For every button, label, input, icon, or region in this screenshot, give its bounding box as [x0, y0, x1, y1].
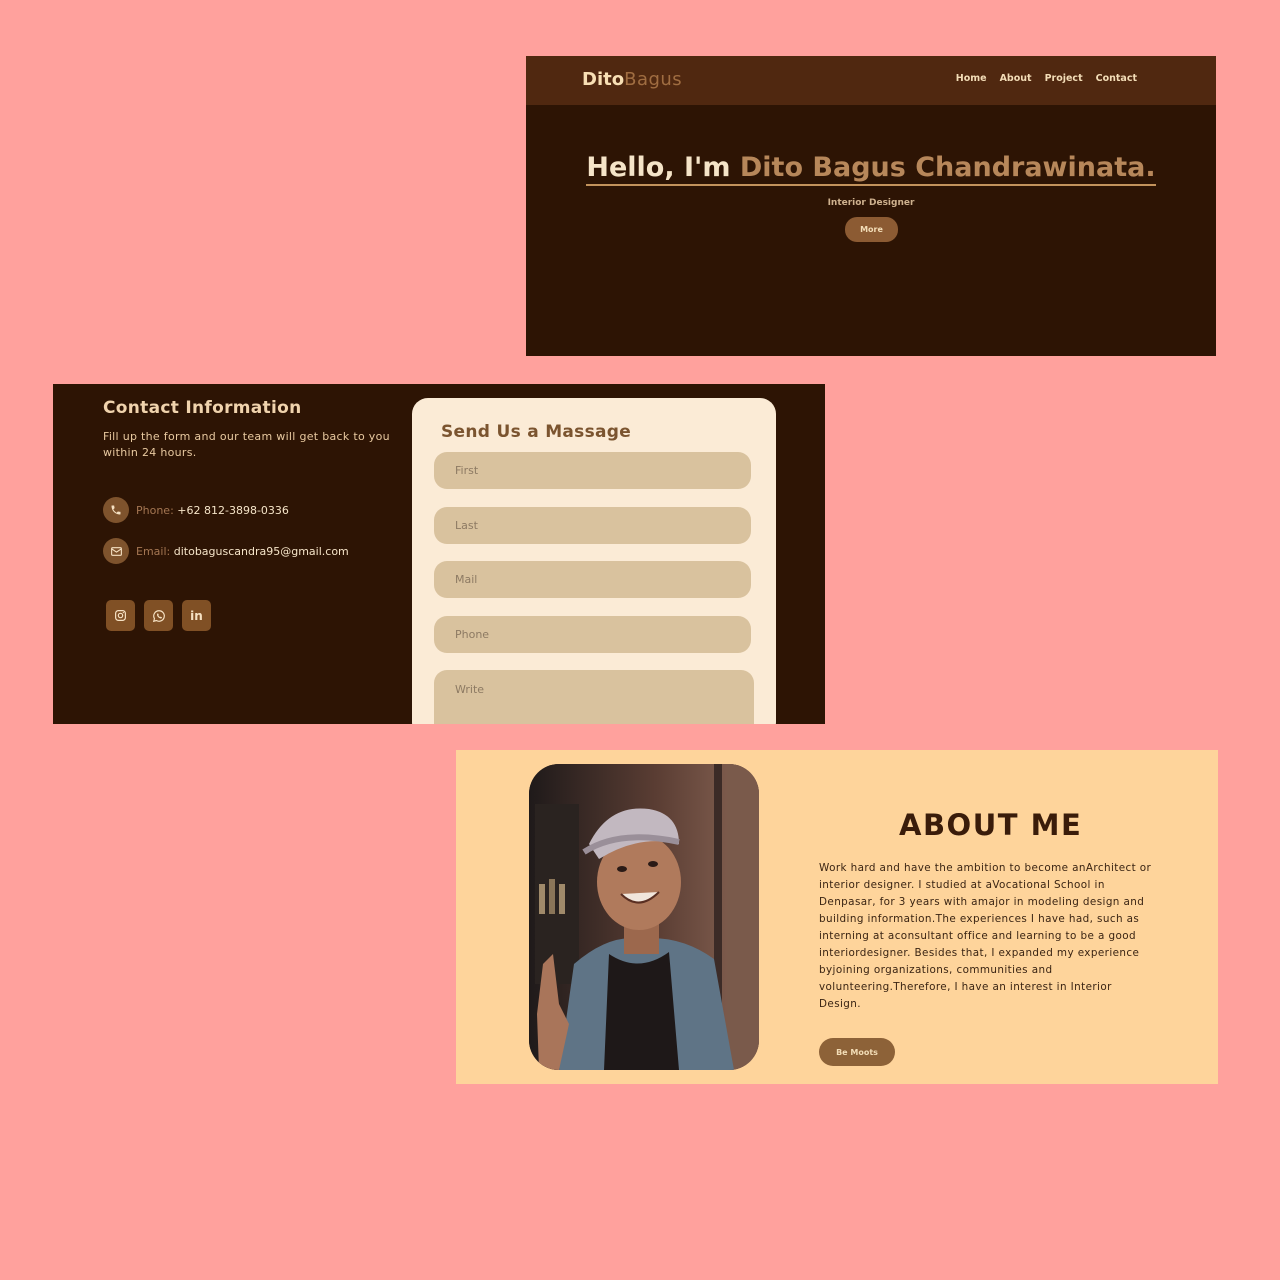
hero-subtitle: Interior Designer [827, 198, 915, 208]
social-links: in [106, 600, 211, 631]
email-row: Email: ditobaguscandra95@gmail.com [103, 538, 349, 564]
be-moots-button[interactable]: Be Moots [819, 1038, 895, 1066]
mail-icon [103, 538, 129, 564]
linkedin-icon[interactable]: in [182, 600, 211, 631]
navbar: DitoBagus Home About Project Contact [526, 56, 1216, 105]
message-form: Send Us a Massage [412, 398, 776, 724]
nav-menu: Home About Project Contact [956, 73, 1137, 84]
logo-first: Dito [582, 69, 625, 90]
about-section: ABOUT ME Work hard and have the ambition… [456, 750, 1218, 1084]
phone-value[interactable]: +62 812-3898-0336 [177, 504, 289, 517]
phone-label: Phone: [136, 503, 178, 517]
more-button[interactable]: More [845, 217, 898, 242]
about-text: Work hard and have the ambition to becom… [819, 862, 1152, 1010]
form-title: Send Us a Massage [441, 422, 632, 442]
first-name-input[interactable] [434, 452, 751, 489]
instagram-icon[interactable] [106, 600, 135, 631]
whatsapp-icon[interactable] [144, 600, 173, 631]
mail-input[interactable] [434, 561, 751, 598]
email-value[interactable]: ditobaguscandra95@gmail.com [174, 545, 349, 558]
hero-heading-underlined: Hello, I'm Dito Bagus Chandrawinata. [586, 152, 1156, 186]
logo[interactable]: DitoBagus [582, 69, 682, 90]
phone-row: Phone: +62 812-3898-0336 [103, 497, 289, 523]
hero-section: DitoBagus Home About Project Contact Hel… [526, 56, 1216, 356]
profile-photo [529, 764, 759, 1070]
message-textarea[interactable] [434, 670, 754, 724]
contact-section: Contact Information Fill up the form and… [53, 384, 825, 724]
nav-home[interactable]: Home [956, 73, 987, 84]
contact-title: Contact Information [103, 398, 302, 418]
nav-about[interactable]: About [1000, 73, 1032, 84]
email-label: Email: [136, 544, 174, 558]
hero-heading: Hello, I'm Dito Bagus Chandrawinata. [526, 152, 1216, 186]
nav-contact[interactable]: Contact [1096, 73, 1137, 84]
last-name-input[interactable] [434, 507, 751, 544]
hero-greeting: Hello, I'm [586, 152, 740, 183]
phone-input[interactable] [434, 616, 751, 653]
logo-second: Bagus [624, 69, 683, 90]
about-title: ABOUT ME [899, 808, 1083, 842]
phone-icon [103, 497, 129, 523]
nav-project[interactable]: Project [1045, 73, 1083, 84]
contact-description: Fill up the form and our team will get b… [103, 430, 390, 459]
hero-name: Dito Bagus Chandrawinata. [739, 152, 1156, 183]
